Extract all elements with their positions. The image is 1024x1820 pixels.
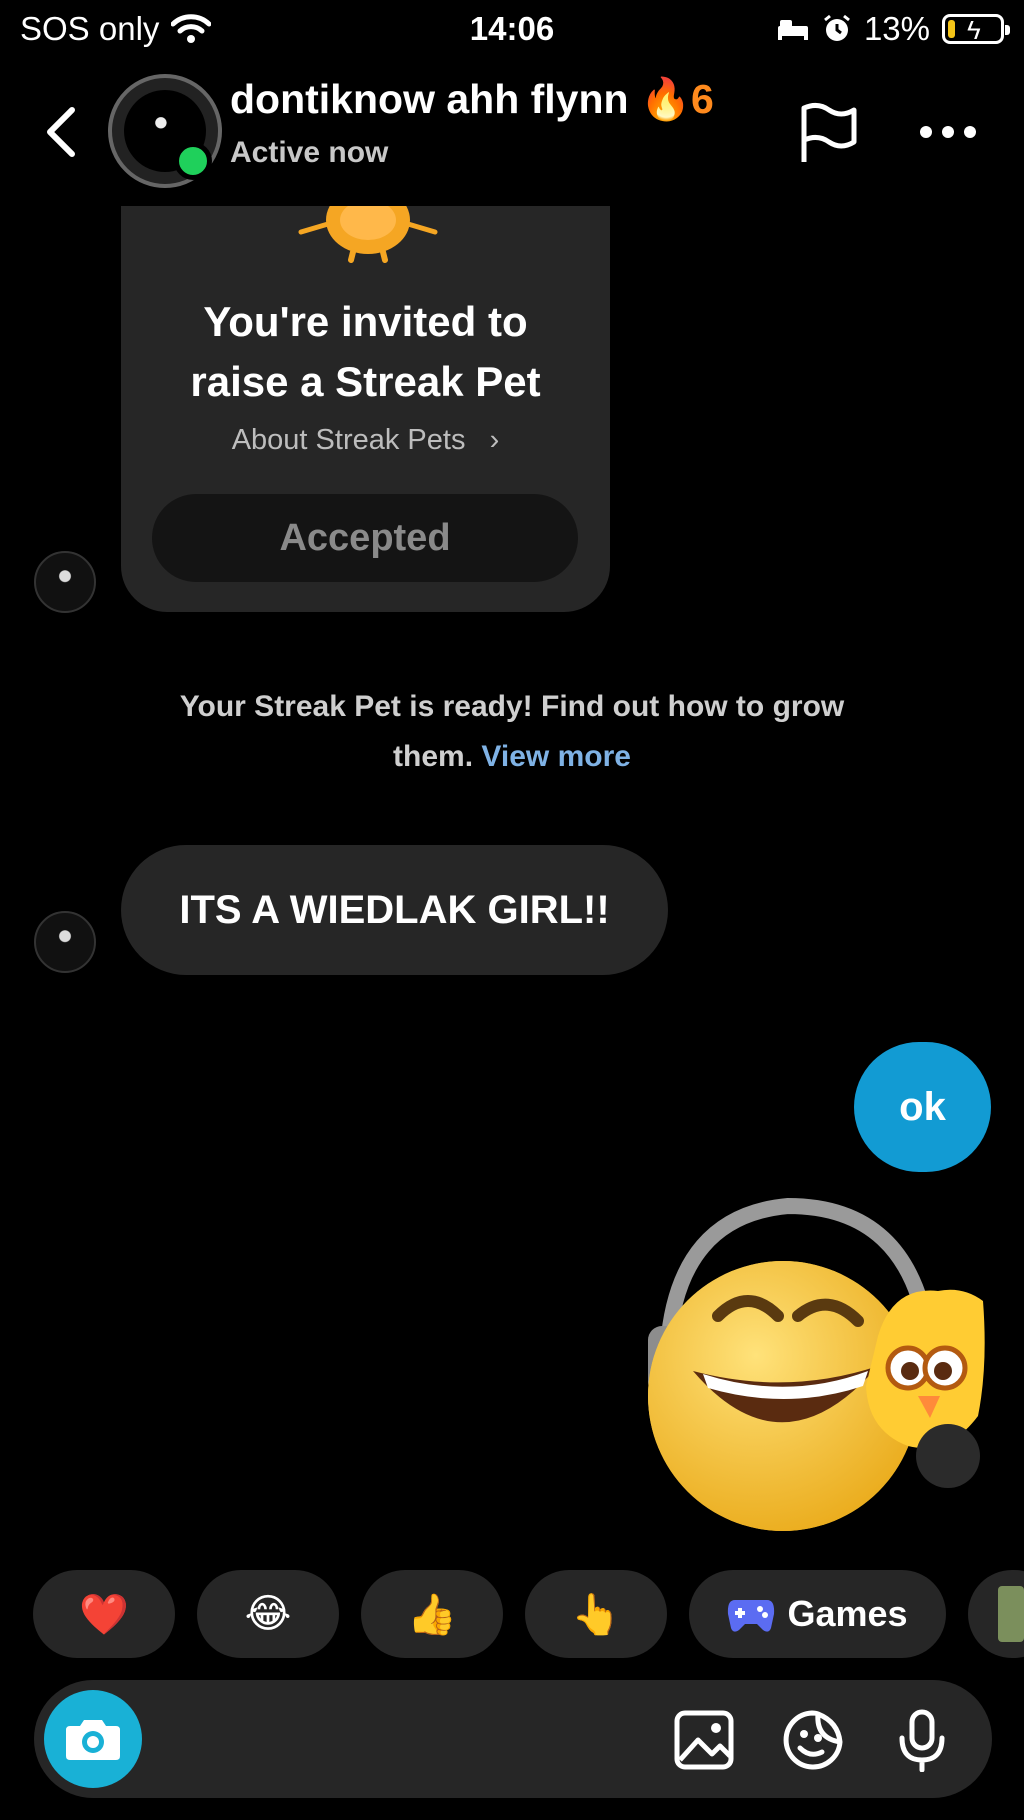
alarm-icon — [824, 14, 850, 41]
online-status-dot — [174, 142, 212, 180]
laugh-reaction-chip[interactable]: 😂 — [197, 1570, 339, 1658]
streak-pet-illustration — [298, 206, 438, 263]
thumbs-up-reaction-chip[interactable]: 👍 — [361, 1570, 503, 1658]
sticker-thumbnail — [998, 1586, 1024, 1642]
back-arrow-icon[interactable] — [38, 102, 88, 162]
battery-fill — [948, 20, 955, 38]
heart-reaction-chip[interactable]: ❤️ — [33, 1570, 175, 1658]
games-chip[interactable]: Games — [689, 1570, 946, 1658]
contact-name[interactable]: dontiknow ahh flynn 🔥6 — [230, 76, 714, 124]
sender-avatar[interactable] — [34, 551, 96, 613]
view-more-link[interactable]: View more — [481, 740, 631, 773]
games-label: Games — [787, 1593, 908, 1634]
active-status: Active now — [230, 136, 389, 169]
chat-header: dontiknow ahh flynn 🔥6 Active now — [0, 66, 1024, 198]
laughing-emoji-icon: 😂 — [244, 1592, 292, 1636]
sticker-chip[interactable] — [968, 1570, 1024, 1658]
incoming-message[interactable]: ITS A WIEDLAK GIRL!! — [121, 845, 668, 975]
camera-button[interactable] — [44, 1690, 142, 1788]
sticker-icon[interactable] — [782, 1708, 846, 1772]
outgoing-message[interactable]: ok — [854, 1042, 991, 1172]
flag-icon[interactable] — [798, 102, 860, 166]
emoji-sticker[interactable] — [618, 1196, 1000, 1536]
accepted-button[interactable]: Accepted — [152, 494, 578, 582]
about-streak-pets-link[interactable]: About Streak Pets › — [121, 424, 610, 457]
streak-count: 6 — [691, 76, 714, 122]
camera-icon — [66, 1720, 120, 1760]
quick-reactions-bar: ❤️ 😂 👍 👆 Games — [0, 1570, 1024, 1658]
pointing-hand-icon: 👆 — [571, 1592, 621, 1637]
chevron-right-icon: › — [473, 424, 500, 456]
gallery-icon[interactable] — [672, 1708, 736, 1772]
streak-pet-system-message: Your Streak Pet is ready! Find out how t… — [179, 690, 845, 773]
invite-title: You're invited to raise a Streak Pet — [190, 298, 541, 405]
message-input[interactable] — [160, 1700, 640, 1778]
sender-avatar[interactable] — [34, 911, 96, 973]
sleep-bed-icon — [777, 20, 808, 40]
gamepad-icon — [728, 1600, 775, 1632]
heart-icon: ❤️ — [79, 1592, 129, 1637]
fire-icon: 🔥 — [639, 76, 692, 122]
more-options-icon[interactable] — [918, 120, 978, 144]
status-bar: SOS only 14:06 13% ϟ — [0, 0, 1024, 58]
thumbs-up-icon: 👍 — [407, 1592, 457, 1637]
microphone-icon[interactable] — [890, 1708, 954, 1772]
battery-percent: 13% — [863, 10, 930, 47]
battery-icon: ϟ — [942, 14, 1010, 45]
point-up-reaction-chip[interactable]: 👆 — [525, 1570, 667, 1658]
